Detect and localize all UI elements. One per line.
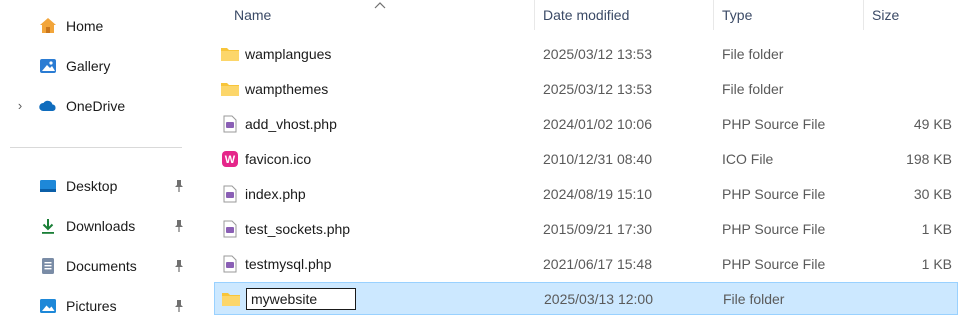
- file-name: test_sockets.php: [245, 220, 351, 237]
- onedrive-icon: [38, 96, 58, 116]
- sidebar-item-label: Desktop: [66, 178, 118, 194]
- column-separator[interactable]: [863, 0, 864, 30]
- file-row[interactable]: wampthemes 2025/03/12 13:53 File folder: [214, 72, 958, 105]
- file-type: PHP Source File: [722, 185, 826, 202]
- folder-icon: [220, 44, 240, 64]
- downloads-icon: [38, 216, 58, 236]
- file-date: 2024/01/02 10:06: [543, 115, 652, 132]
- file-row[interactable]: add_vhost.php 2024/01/02 10:06 PHP Sourc…: [214, 107, 958, 140]
- file-name: index.php: [245, 185, 306, 202]
- file-type: File folder: [722, 80, 784, 97]
- column-separator[interactable]: [534, 0, 535, 30]
- home-icon: [38, 16, 58, 36]
- column-header-label: Name: [234, 7, 272, 23]
- sidebar-item-label: Gallery: [66, 58, 111, 74]
- file-size: 30 KB: [913, 185, 952, 202]
- gallery-icon: [38, 56, 58, 76]
- file-date: 2025/03/12 13:53: [543, 80, 652, 97]
- php-file-icon: [220, 254, 240, 274]
- pictures-icon: [38, 296, 58, 316]
- sidebar-item-desktop[interactable]: Desktop: [38, 174, 117, 198]
- file-size: 49 KB: [913, 115, 952, 132]
- file-row[interactable]: index.php 2024/08/19 15:10 PHP Source Fi…: [214, 177, 958, 210]
- sidebar-item-label: OneDrive: [66, 98, 126, 114]
- file-date: 2021/06/17 15:48: [543, 255, 652, 272]
- file-date: 2025/03/12 13:53: [543, 45, 652, 62]
- file-size: 1 KB: [921, 255, 952, 272]
- pin-icon[interactable]: [172, 298, 186, 314]
- file-date: 2015/09/21 17:30: [543, 220, 652, 237]
- file-type: PHP Source File: [722, 220, 826, 237]
- php-file-icon: [220, 114, 240, 134]
- sidebar-item-label: Documents: [66, 258, 137, 274]
- expand-chevron-icon[interactable]: ›: [12, 96, 28, 114]
- pin-icon[interactable]: [172, 178, 186, 194]
- file-row-selected[interactable]: 2025/03/13 12:00 File folder: [214, 282, 958, 315]
- file-row[interactable]: W favicon.ico 2010/12/31 08:40 ICO File …: [214, 142, 958, 175]
- file-name: favicon.ico: [245, 150, 312, 167]
- wamp-favicon-icon: W: [220, 149, 240, 169]
- navigation-pane: Home Gallery › OneDrive Desktop Download…: [0, 0, 200, 328]
- file-type: PHP Source File: [722, 255, 826, 272]
- folder-icon: [221, 289, 241, 309]
- sort-ascending-icon: [374, 2, 386, 9]
- file-type: File folder: [722, 45, 784, 62]
- file-type: File folder: [723, 290, 785, 307]
- column-header-name[interactable]: Name: [234, 0, 271, 30]
- sidebar-item-home[interactable]: Home: [38, 14, 103, 38]
- column-header-label: Date modified: [543, 7, 630, 23]
- sidebar-item-label: Home: [66, 18, 104, 34]
- pin-icon[interactable]: [172, 258, 186, 274]
- file-date: 2025/03/13 12:00: [544, 290, 653, 307]
- file-size: 198 KB: [906, 150, 952, 167]
- folder-icon: [220, 79, 240, 99]
- sidebar-item-label: Downloads: [66, 218, 136, 234]
- column-header-label: Size: [872, 7, 900, 23]
- rename-input[interactable]: [246, 287, 356, 310]
- file-row[interactable]: test_sockets.php 2015/09/21 17:30 PHP So…: [214, 212, 958, 245]
- pin-icon[interactable]: [172, 218, 186, 234]
- svg-text:W: W: [225, 154, 236, 166]
- file-size: 1 KB: [921, 220, 952, 237]
- file-name: wamplangues: [245, 45, 332, 62]
- file-date: 2024/08/19 15:10: [543, 185, 652, 202]
- sidebar-item-pictures[interactable]: Pictures: [38, 294, 117, 318]
- column-header-size[interactable]: Size: [872, 0, 899, 30]
- column-header-label: Type: [722, 7, 753, 23]
- sidebar-item-downloads[interactable]: Downloads: [38, 214, 135, 238]
- sidebar-item-documents[interactable]: Documents: [38, 254, 137, 278]
- file-date: 2010/12/31 08:40: [543, 150, 652, 167]
- sidebar-item-label: Pictures: [66, 298, 117, 314]
- column-header-type[interactable]: Type: [722, 0, 752, 30]
- sidebar-item-onedrive[interactable]: OneDrive: [38, 94, 125, 118]
- column-header-date[interactable]: Date modified: [543, 0, 629, 30]
- file-row[interactable]: testmysql.php 2021/06/17 15:48 PHP Sourc…: [214, 247, 958, 280]
- file-type: PHP Source File: [722, 115, 826, 132]
- php-file-icon: [220, 184, 240, 204]
- documents-icon: [38, 256, 58, 276]
- column-separator[interactable]: [713, 0, 714, 30]
- file-name: testmysql.php: [245, 255, 332, 272]
- file-row[interactable]: wamplangues 2025/03/12 13:53 File folder: [214, 37, 958, 70]
- file-name: wampthemes: [245, 80, 329, 97]
- file-type: ICO File: [722, 150, 774, 167]
- sidebar-item-gallery[interactable]: Gallery: [38, 54, 110, 78]
- desktop-icon: [38, 176, 58, 196]
- file-name: add_vhost.php: [245, 115, 337, 132]
- php-file-icon: [220, 219, 240, 239]
- sidebar-divider: [10, 147, 182, 148]
